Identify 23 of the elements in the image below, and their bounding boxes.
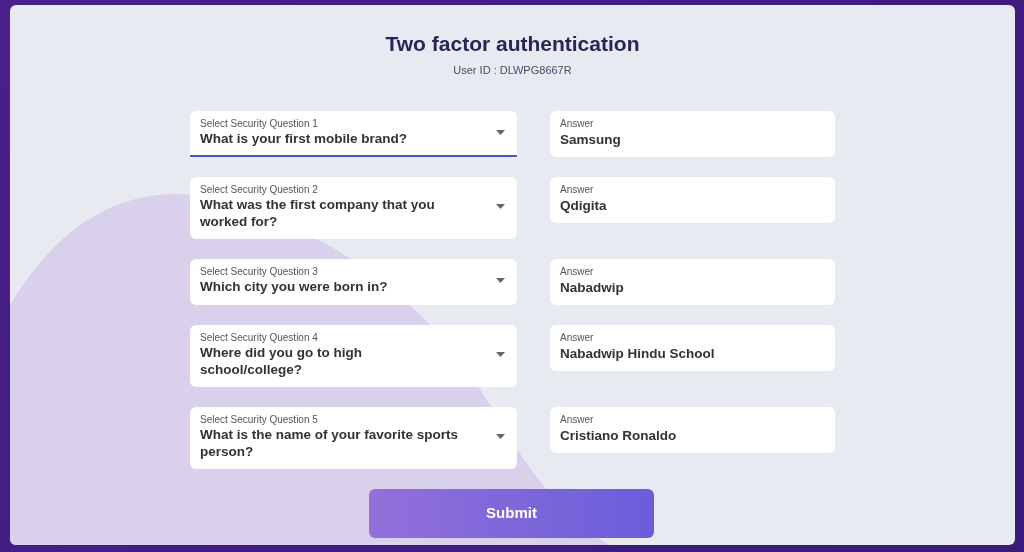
answer-input[interactable]: Samsung [560, 129, 825, 149]
caret-icon [496, 351, 505, 357]
submit-button[interactable]: Submit [369, 488, 654, 538]
answer-field[interactable]: Answer Nabadwip [550, 258, 835, 305]
answer-input[interactable]: Nabadwip [560, 277, 825, 297]
question-select[interactable]: Select Security Question 1 What is your first mobile brand? [190, 110, 517, 157]
user-id-text: User ID : DLWPG8667R [452, 63, 573, 79]
question-select[interactable]: Select Security Question 3 Which city you were born in? [190, 258, 517, 305]
caret-icon [496, 129, 505, 135]
question-select[interactable]: Select Security Question 4 Where did you go to high school/college? [190, 324, 517, 387]
answer-input[interactable]: Cristiano Ronaldo [560, 425, 825, 445]
question-select[interactable]: Select Security Question 2 What was the first company that you worked for? [190, 176, 517, 239]
page-title: Two factor authentication [384, 31, 641, 57]
answer-field[interactable]: Answer Cristiano Ronaldo [550, 406, 835, 453]
answer-field[interactable]: Answer Nabadwip Hindu School [550, 324, 835, 371]
answer-input[interactable]: Nabadwip Hindu School [560, 343, 825, 363]
caret-icon [496, 433, 505, 439]
answer-input[interactable]: Qdigita [560, 195, 825, 215]
question-select[interactable]: Select Security Question 5 What is the name of your favorite sports person? [190, 406, 517, 469]
caret-icon [496, 203, 505, 209]
caret-icon [496, 277, 505, 283]
answer-field[interactable]: Answer Qdigita [550, 176, 835, 223]
answer-field[interactable]: Answer Samsung [550, 110, 835, 157]
